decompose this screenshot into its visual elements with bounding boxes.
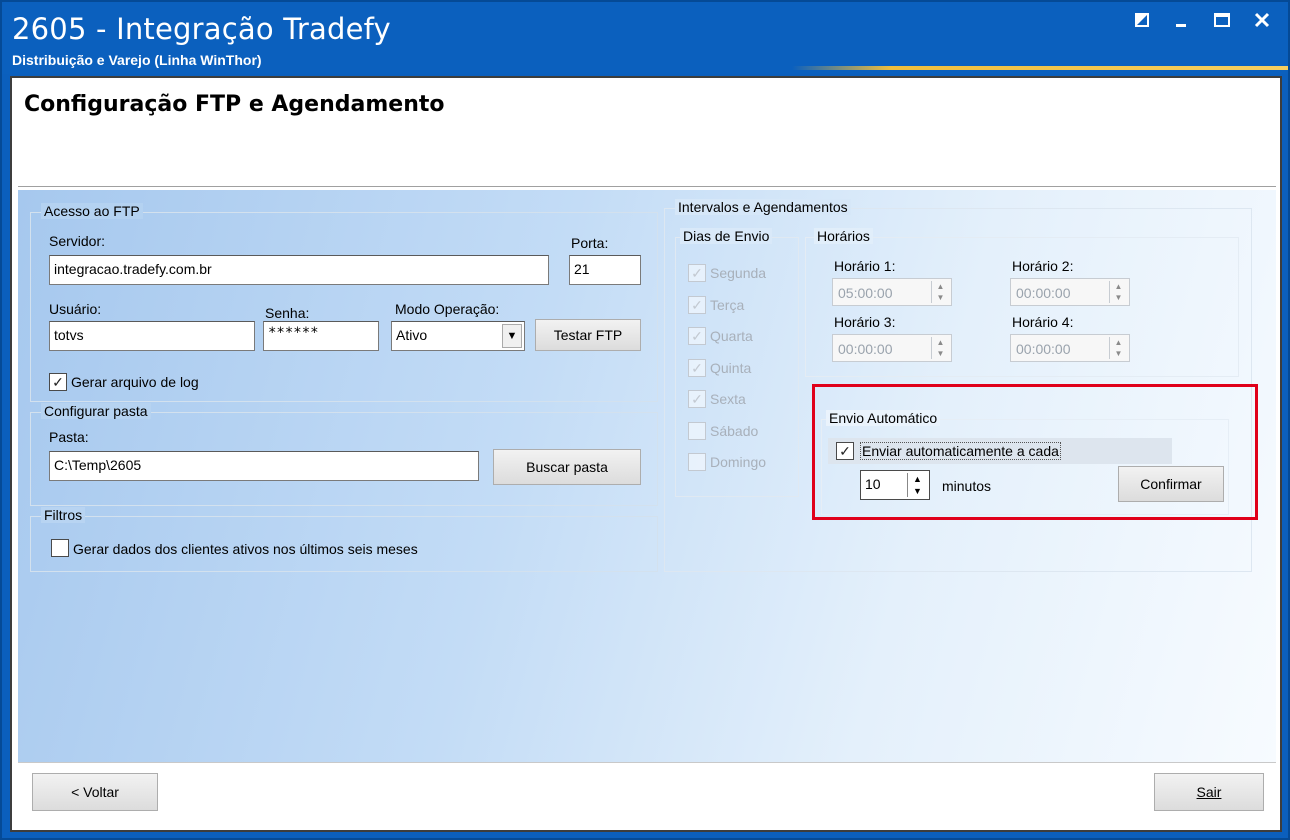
window-controls [1130, 10, 1274, 34]
time2-spinner[interactable]: ▲ ▼ [1109, 281, 1127, 303]
mode-label: Modo Operação: [395, 301, 500, 317]
day-checkbox-label[interactable]: Quarta [710, 328, 753, 344]
folder-group: Configurar pasta Pasta: C:\Temp\2605 Bus… [30, 403, 658, 506]
days-group: Dias de Envio ✓ Segunda ✓ Terça ✓ Quarta ✓ Quin… [675, 228, 799, 497]
window-title: 2605 - Integração Tradefy [12, 12, 391, 46]
day-checkbox-label[interactable]: Terça [710, 297, 744, 313]
days-group-legend: Dias de Envio [680, 228, 773, 244]
form-panel: Acesso ao FTP Servidor: integracao.trade… [18, 190, 1276, 762]
back-button[interactable]: < Voltar [32, 773, 158, 811]
time3-spinner[interactable]: ▲ ▼ [931, 337, 949, 359]
day-checkbox[interactable]: ✓ [688, 327, 706, 345]
filters-group: Filtros Gerar dados dos clientes ativos … [30, 507, 658, 572]
day-checkbox[interactable]: ✓ [688, 358, 706, 377]
active-clients-checkbox-label[interactable]: Gerar dados dos clientes ativos nos últi… [73, 541, 418, 557]
port-label: Porta: [571, 235, 609, 251]
server-input[interactable]: integracao.tradefy.com.br [49, 255, 549, 285]
time4-spinner[interactable]: ▲ ▼ [1109, 337, 1127, 359]
page-title: Configuração FTP e Agendamento [24, 92, 445, 117]
schedule-group-legend: Intervalos e Agendamentos [675, 199, 851, 215]
highlight-box [812, 384, 1258, 520]
time3-input[interactable]: 00:00:00 ▲ ▼ [832, 334, 952, 362]
time4-input[interactable]: 00:00:00 ▲ ▼ [1010, 334, 1130, 362]
title-bar[interactable]: 2605 - Integração Tradefy Distribuição e… [2, 2, 1288, 74]
time1-input[interactable]: 05:00:00 ▲ ▼ [832, 278, 952, 306]
day-checkbox[interactable]: ✓ [688, 264, 706, 282]
day-checkbox[interactable]: ✓ [688, 295, 706, 314]
time3-value: 00:00:00 [838, 341, 893, 357]
time4-label: Horário 4: [1012, 314, 1074, 330]
main-content: Configuração FTP e Agendamento Acesso ao… [10, 76, 1282, 832]
close-icon[interactable] [1250, 10, 1274, 34]
time2-input[interactable]: 00:00:00 ▲ ▼ [1010, 278, 1130, 306]
mode-select[interactable]: Ativo ▼ [391, 321, 525, 351]
folder-group-legend: Configurar pasta [41, 403, 151, 419]
time1-label: Horário 1: [834, 258, 896, 274]
user-input[interactable]: totvs [49, 321, 255, 351]
footer-bar: < Voltar Sair [18, 762, 1276, 828]
time3-label: Horário 3: [834, 314, 896, 330]
title-accent-line [792, 66, 1288, 70]
day-checkbox-label[interactable]: Sábado [710, 423, 758, 439]
time1-value: 05:00:00 [838, 285, 893, 301]
browse-folder-button[interactable]: Buscar pasta [493, 449, 641, 485]
filters-group-legend: Filtros [41, 507, 86, 523]
times-group-legend: Horários [814, 228, 873, 244]
ftp-group: Acesso ao FTP Servidor: integracao.trade… [30, 203, 658, 402]
ftp-group-legend: Acesso ao FTP [41, 203, 143, 219]
mode-select-value: Ativo [396, 327, 428, 343]
window-subtitle: Distribuição e Varejo (Linha WinThor) [12, 52, 262, 68]
times-group: Horários Horário 1: 05:00:00 ▲ ▼ Horário … [805, 228, 1239, 377]
day-checkbox[interactable]: ✓ [688, 390, 706, 408]
server-label: Servidor: [49, 233, 106, 249]
restore-icon[interactable] [1130, 10, 1154, 34]
active-clients-checkbox[interactable] [51, 539, 69, 557]
day-checkbox-label[interactable]: Quinta [710, 360, 751, 376]
log-checkbox-label[interactable]: Gerar arquivo de log [71, 374, 199, 390]
user-label: Usuário: [49, 301, 102, 317]
day-checkbox-label[interactable]: Domingo [710, 454, 766, 470]
day-checkbox-label[interactable]: Segunda [710, 265, 766, 281]
day-checkbox[interactable] [688, 421, 706, 440]
time2-label: Horário 2: [1012, 258, 1074, 274]
day-checkbox-label[interactable]: Sexta [710, 391, 746, 407]
folder-label: Pasta: [49, 429, 89, 445]
port-input[interactable]: 21 [569, 255, 641, 285]
chevron-down-icon[interactable]: ▼ [502, 324, 522, 348]
time4-value: 00:00:00 [1016, 341, 1071, 357]
header-divider [18, 186, 1276, 187]
test-ftp-button[interactable]: Testar FTP [535, 319, 641, 351]
minimize-icon[interactable] [1170, 10, 1194, 34]
time1-spinner[interactable]: ▲ ▼ [931, 281, 949, 303]
password-input[interactable]: ****** [263, 321, 379, 351]
maximize-icon[interactable] [1210, 10, 1234, 34]
day-checkbox[interactable] [688, 453, 706, 471]
folder-input[interactable]: C:\Temp\2605 [49, 451, 479, 481]
exit-button[interactable]: Sair [1154, 773, 1264, 811]
time2-value: 00:00:00 [1016, 285, 1071, 301]
app-window: 2605 - Integração Tradefy Distribuição e… [0, 0, 1290, 840]
log-checkbox[interactable]: ✓ [49, 373, 67, 391]
password-label: Senha: [265, 305, 310, 321]
